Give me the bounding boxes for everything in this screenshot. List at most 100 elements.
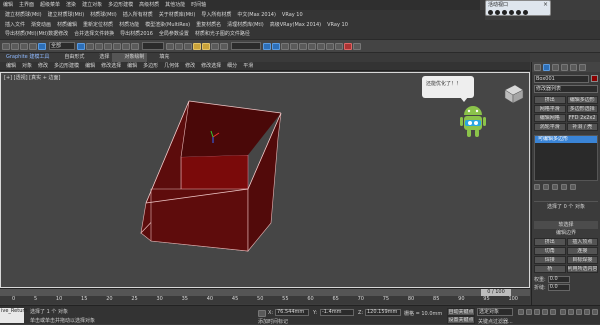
selected-dropdown[interactable]: 选定对象 <box>477 308 513 316</box>
object-color-swatch[interactable] <box>591 75 598 82</box>
menu4-item[interactable]: 材质和光子图的文件路径 <box>192 30 253 39</box>
angle-snap-icon[interactable] <box>202 42 210 50</box>
y-coord-field[interactable]: -1.4mm <box>320 309 354 316</box>
float-window[interactable]: 活动视口 × <box>485 0 551 16</box>
menu3-item[interactable]: 材质功能 <box>116 21 142 30</box>
modify-tab-icon[interactable] <box>543 63 550 71</box>
x-coord-field[interactable]: 76.544mm <box>275 309 309 316</box>
utilities-tab-icon[interactable] <box>579 63 586 71</box>
subtab[interactable]: 编辑 <box>82 62 98 71</box>
named-selection-dropdown[interactable] <box>231 42 261 50</box>
menu-item-time[interactable]: 时间轴 <box>188 1 209 10</box>
menu-item-create[interactable]: 建立对象 <box>79 1 105 10</box>
display-tab-icon[interactable] <box>570 63 577 71</box>
rollout-header[interactable]: 软选择 <box>534 221 598 229</box>
menu-item-render[interactable]: 渲染 <box>63 1 79 10</box>
edit-button[interactable]: 焊接 <box>534 256 566 264</box>
menu-item-edit[interactable]: 编辑 <box>0 1 16 10</box>
modifier-button[interactable]: 挤出 <box>534 96 566 104</box>
menu2-item[interactable]: 导入所有材质 <box>198 11 234 20</box>
modifier-list-dropdown[interactable]: 修改器列表 <box>534 85 598 93</box>
link-icon[interactable] <box>20 42 28 50</box>
menu-item-mtl[interactable]: 高级材质 <box>136 1 162 10</box>
time-slider[interactable]: 0 / 100 <box>0 288 530 296</box>
modifier-button[interactable]: 涡轮平滑 <box>534 123 566 131</box>
pan-icon[interactable] <box>576 309 582 315</box>
undo-icon[interactable] <box>2 42 10 50</box>
graphite-icon[interactable] <box>290 42 298 50</box>
bind-icon[interactable] <box>38 42 46 50</box>
maxscript-listener[interactable]: ive_Return <box>0 308 28 323</box>
circle-icon[interactable] <box>509 9 514 15</box>
lock-icon[interactable] <box>258 310 266 317</box>
layer-icon[interactable] <box>281 42 289 50</box>
menu-item-poly[interactable]: 多边形建模 <box>105 1 136 10</box>
viewport[interactable]: [+] [透视] [真实 + 边面] 还能优化了！！ <box>0 72 530 288</box>
create-tab-icon[interactable] <box>534 63 541 71</box>
edit-button[interactable]: 利用所选内容创建图形 <box>566 265 598 273</box>
menu3-item[interactable]: 清理材质库(Mtl) <box>224 21 267 30</box>
menu2-item[interactable]: 材质球(Mtl) <box>87 11 120 20</box>
zoom-all-icon[interactable] <box>568 309 574 315</box>
redo-icon[interactable] <box>11 42 19 50</box>
object-name-field[interactable]: Box001 <box>534 74 589 83</box>
menu2-item[interactable]: 建立材质球(Mtl) <box>45 11 88 20</box>
snap-icon[interactable] <box>193 42 201 50</box>
spinner-snap-icon[interactable] <box>220 42 228 50</box>
edit-button[interactable]: 插入顶点 <box>566 238 598 246</box>
menu2-item[interactable]: 中文(Max 2014) <box>234 11 279 20</box>
remove-modifier-icon[interactable] <box>561 183 567 190</box>
menu3-item[interactable]: 材质编辑 <box>54 21 80 30</box>
menu3-item[interactable]: 插入文件 <box>2 21 28 30</box>
align-icon[interactable] <box>272 42 280 50</box>
menu3-item[interactable]: 重新定位材质 <box>80 21 116 30</box>
viewcube-icon[interactable] <box>501 81 525 107</box>
edit-button[interactable]: 目标焊接 <box>566 256 598 264</box>
subtab[interactable]: 修改选择 <box>198 62 224 71</box>
edit-button[interactable]: 挤出 <box>534 238 566 246</box>
modifier-button[interactable]: 补洞 / 壳 <box>566 123 598 131</box>
render-production-icon[interactable] <box>353 42 361 50</box>
play-icon[interactable] <box>534 309 540 315</box>
menu-item-super[interactable]: 超级菜单 <box>37 1 63 10</box>
modifier-button[interactable]: FFD 2x2x2 <box>566 114 598 122</box>
menu-item-main[interactable]: 主界面 <box>16 1 37 10</box>
unlink-icon[interactable] <box>29 42 37 50</box>
scale-icon[interactable] <box>131 42 139 50</box>
menu2-item[interactable]: 关于材质库(Mtl) <box>156 11 199 20</box>
set-key-button[interactable]: 设置关键点 <box>447 316 475 324</box>
prev-frame-icon[interactable] <box>526 309 532 315</box>
schematic-icon[interactable] <box>308 42 316 50</box>
coord-system-dropdown[interactable] <box>142 42 164 50</box>
menu2-item[interactable]: VRay 10 <box>279 11 306 20</box>
modifier-button[interactable]: 网格平滑 <box>534 105 566 113</box>
hierarchy-tab-icon[interactable] <box>552 63 559 71</box>
window-crossing-icon[interactable] <box>104 42 112 50</box>
rotate-icon[interactable] <box>122 42 130 50</box>
pin-stack-icon[interactable] <box>534 183 540 190</box>
menu3-item[interactable]: 高级VRay(Max 2014) <box>267 21 324 30</box>
select-manipulate-icon[interactable] <box>175 42 183 50</box>
render-frame-icon[interactable] <box>335 42 343 50</box>
maximize-viewport-icon[interactable] <box>592 309 598 315</box>
modifier-button[interactable]: 编辑网格 <box>534 114 566 122</box>
configure-icon[interactable] <box>570 183 576 190</box>
menu-item-other[interactable]: 其他功能 <box>162 1 188 10</box>
menu2-item[interactable]: 建立材质球(Mtl) <box>2 11 45 20</box>
subtab[interactable]: 细分 <box>224 62 240 71</box>
modifier-button[interactable]: 编辑多边形 <box>566 96 598 104</box>
z-coord-field[interactable]: 120.159mm <box>365 309 401 316</box>
edit-button[interactable]: 切角 <box>534 247 566 255</box>
subtab[interactable]: 修改 <box>35 62 51 71</box>
box-object[interactable] <box>1 73 531 289</box>
subtab[interactable]: 几何体 <box>161 62 182 71</box>
subtab[interactable]: 多边形建模 <box>51 62 82 71</box>
rect-select-icon[interactable] <box>95 42 103 50</box>
circle-icon[interactable] <box>523 9 528 15</box>
menu4-item[interactable]: 合并选择文件转换 <box>71 30 117 39</box>
motion-tab-icon[interactable] <box>561 63 568 71</box>
menu4-item[interactable]: 导出材质(Mtl)(Mtl)数据修改 <box>2 30 71 39</box>
circle-icon[interactable] <box>516 9 521 15</box>
keyboard-shortcut-icon[interactable] <box>184 42 192 50</box>
menu3-item[interactable]: 重复材质名 <box>193 21 224 30</box>
